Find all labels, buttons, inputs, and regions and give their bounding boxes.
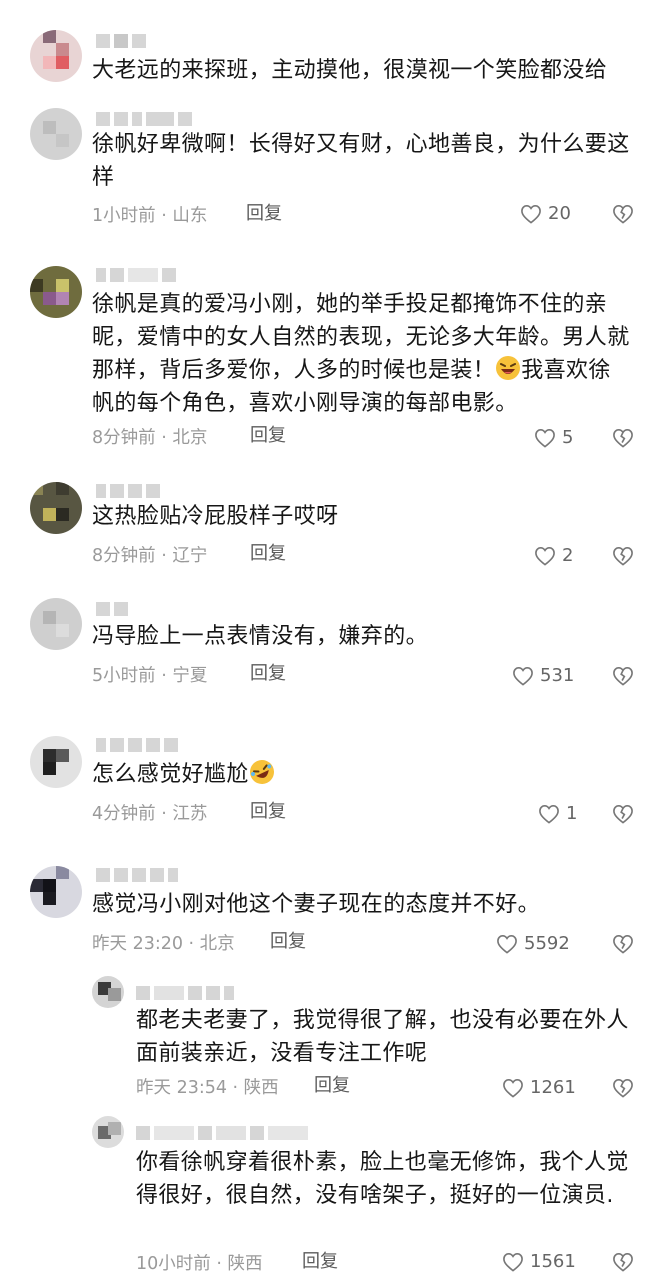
- comment-text: 怎么感觉好尴尬: [92, 758, 632, 791]
- dislike-button[interactable]: [612, 546, 634, 566]
- comment-meta: 1小时前 · 山东: [92, 205, 208, 226]
- reply-button[interactable]: 回复: [302, 1248, 338, 1276]
- avatar[interactable]: [30, 30, 82, 82]
- broken-heart-icon: [613, 428, 633, 448]
- username[interactable]: [96, 734, 178, 756]
- reply-button[interactable]: 回复: [250, 798, 286, 826]
- like-button[interactable]: 2: [534, 542, 573, 570]
- broken-heart-icon: [613, 546, 633, 566]
- like-button[interactable]: 5: [534, 424, 573, 452]
- username[interactable]: [96, 264, 176, 286]
- heart-icon: [513, 666, 533, 686]
- like-count: 531: [540, 665, 575, 686]
- dislike-button[interactable]: [612, 666, 634, 686]
- broken-heart-icon: [613, 1078, 633, 1098]
- like-count: 2: [562, 545, 574, 566]
- reply-button[interactable]: 回复: [250, 422, 286, 450]
- avatar[interactable]: [30, 482, 82, 534]
- avatar[interactable]: [30, 736, 82, 788]
- heart-icon: [503, 1252, 523, 1272]
- avatar[interactable]: [30, 108, 82, 160]
- username[interactable]: [96, 480, 160, 502]
- comment-meta: 昨天 23:20 · 北京: [92, 933, 235, 954]
- comment-text: 徐帆好卑微啊！长得好又有财，心地善良，为什么要这样: [92, 132, 630, 190]
- broken-heart-icon: [613, 804, 633, 824]
- like-button[interactable]: 1: [538, 800, 577, 828]
- like-count: 1: [566, 803, 578, 824]
- comment-text: 感觉冯小刚对他这个妻子现在的态度并不好。: [92, 892, 541, 917]
- username[interactable]: [96, 108, 192, 130]
- comment-text: 大老远的来探班，主动摸他，很漠视一个笑脸都没给: [92, 58, 608, 83]
- username[interactable]: [96, 30, 146, 52]
- comment-meta: 8分钟前 · 北京: [92, 427, 208, 448]
- avatar[interactable]: [92, 1116, 124, 1148]
- dislike-button[interactable]: [612, 934, 634, 954]
- comment-text: 你看徐帆穿着很朴素，脸上也毫无修饰，我个人觉得很好，很自然，没有啥架子，挺好的一…: [136, 1150, 629, 1208]
- comment-meta: 4分钟前 · 江苏: [92, 803, 208, 824]
- heart-icon: [539, 804, 559, 824]
- reply-button[interactable]: 回复: [314, 1072, 350, 1100]
- comment-meta: 10小时前 · 陕西: [136, 1253, 263, 1274]
- reply-button[interactable]: 回复: [246, 200, 282, 228]
- username[interactable]: [96, 598, 128, 620]
- dislike-button[interactable]: [612, 204, 634, 224]
- heart-icon: [503, 1078, 523, 1098]
- username[interactable]: [136, 982, 234, 1004]
- like-count: 1261: [530, 1077, 576, 1098]
- rofl-emoji-icon: [249, 760, 274, 784]
- heart-icon: [497, 934, 517, 954]
- comment-text: 这热脸贴冷屁股样子哎呀: [92, 504, 339, 529]
- like-button[interactable]: 1261: [502, 1074, 576, 1102]
- username[interactable]: [136, 1122, 308, 1144]
- username[interactable]: [96, 864, 178, 886]
- reply-button[interactable]: 回复: [250, 540, 286, 568]
- dislike-button[interactable]: [612, 804, 634, 824]
- like-count: 20: [548, 203, 571, 224]
- heart-icon: [535, 546, 555, 566]
- avatar[interactable]: [30, 598, 82, 650]
- reply-button[interactable]: 回复: [270, 928, 306, 956]
- broken-heart-icon: [613, 934, 633, 954]
- broken-heart-icon: [613, 204, 633, 224]
- dislike-button[interactable]: [612, 428, 634, 448]
- comment-text: 冯导脸上一点表情没有，嫌弃的。: [92, 624, 429, 649]
- like-button[interactable]: 531: [512, 662, 574, 690]
- avatar[interactable]: [30, 866, 82, 918]
- avatar[interactable]: [30, 266, 82, 318]
- dislike-button[interactable]: [612, 1252, 634, 1272]
- heart-icon: [521, 204, 541, 224]
- dislike-button[interactable]: [612, 1078, 634, 1098]
- broken-heart-icon: [613, 666, 633, 686]
- heart-icon: [535, 428, 555, 448]
- reply-button[interactable]: 回复: [250, 660, 286, 688]
- comment-text: 都老夫老妻了，我觉得很了解，也没有必要在外人面前装亲近，没看专注工作呢: [136, 1008, 629, 1066]
- like-button[interactable]: 20: [520, 200, 571, 228]
- comment-meta: 昨天 23:54 · 陕西: [136, 1077, 279, 1098]
- like-count: 5592: [524, 933, 570, 954]
- like-count: 1561: [530, 1251, 576, 1272]
- comment-meta: 8分钟前 · 辽宁: [92, 545, 208, 566]
- broken-heart-icon: [613, 1252, 633, 1272]
- avatar[interactable]: [92, 976, 124, 1008]
- like-button[interactable]: 5592: [496, 930, 570, 958]
- comment-text: 徐帆是真的爱冯小刚，她的举手投足都掩饰不住的亲昵，爱情中的女人自然的表现，无论多…: [92, 292, 630, 416]
- comment-meta: 5小时前 · 宁夏: [92, 665, 208, 686]
- like-button[interactable]: 1561: [502, 1248, 576, 1276]
- like-count: 5: [562, 427, 574, 448]
- laughing-emoji-icon: [496, 356, 521, 380]
